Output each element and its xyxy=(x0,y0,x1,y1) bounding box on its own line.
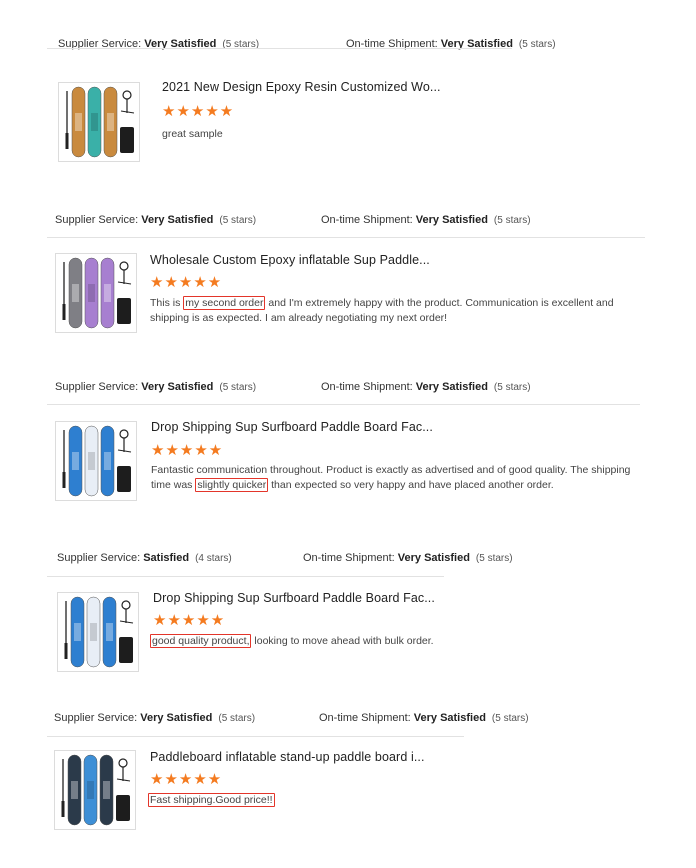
review-text: Fantastic communication throughout. Prod… xyxy=(151,463,639,493)
shipment-label: On-time Shipment: xyxy=(321,214,413,226)
product-thumbnail-image xyxy=(56,254,136,332)
star-rating: ★★★★★ xyxy=(153,612,226,629)
shipment-label: On-time Shipment: xyxy=(321,381,413,393)
review-text: This is my second order and I'm extremel… xyxy=(150,296,640,326)
star-rating: ★★★★★ xyxy=(150,274,223,291)
service-ratings: Supplier Service: Very Satisfied (5 stars… xyxy=(54,712,529,724)
supplier-service-value: Very Satisfied xyxy=(141,214,214,226)
shipment-stars: (5 stars) xyxy=(493,215,531,226)
review-text-part: This is xyxy=(150,297,184,309)
supplier-service-stars: (5 stars) xyxy=(219,382,257,393)
product-thumbnail[interactable] xyxy=(54,750,136,830)
service-ratings: Supplier Service: Very Satisfied (5 stars… xyxy=(55,381,531,393)
product-thumbnail[interactable] xyxy=(55,421,137,501)
divider xyxy=(47,404,640,405)
shipment-stars: (5 stars) xyxy=(491,713,529,724)
star-rating: ★★★★★ xyxy=(150,771,223,788)
review-text-part: great sample xyxy=(162,128,223,140)
shipment-stars: (5 stars) xyxy=(493,382,531,393)
divider xyxy=(47,576,444,577)
service-ratings: Supplier Service: Very Satisfied (5 stars… xyxy=(55,214,531,226)
shipment-label: On-time Shipment: xyxy=(319,712,411,724)
highlighted-phrase: slightly quicker xyxy=(195,478,269,492)
product-thumbnail[interactable] xyxy=(55,253,137,333)
star-rating: ★★★★★ xyxy=(162,103,235,120)
supplier-service-label: Supplier Service: xyxy=(54,712,138,724)
product-title-link[interactable]: 2021 New Design Epoxy Resin Customized W… xyxy=(162,80,441,94)
supplier-service-stars: (5 stars) xyxy=(218,713,256,724)
shipment-rating: On-time Shipment: Very Satisfied (5 stars… xyxy=(321,381,531,393)
divider xyxy=(47,237,645,238)
product-title-link[interactable]: Paddleboard inflatable stand-up paddle b… xyxy=(150,750,425,764)
review-text-part: looking to move ahead with bulk order. xyxy=(251,635,434,647)
supplier-service: Supplier Service: Very Satisfied (5 stars… xyxy=(55,214,321,226)
shipment-value: Very Satisfied xyxy=(397,552,470,564)
product-thumbnail-image xyxy=(56,422,136,500)
supplier-service: Supplier Service: Very Satisfied (5 stars… xyxy=(54,712,319,724)
shipment-label: On-time Shipment: xyxy=(303,552,395,564)
divider xyxy=(47,48,512,49)
shipment-value: Very Satisfied xyxy=(415,214,488,226)
product-title-link[interactable]: Wholesale Custom Epoxy inflatable Sup Pa… xyxy=(150,253,430,267)
star-rating: ★★★★★ xyxy=(151,442,224,459)
supplier-service-label: Supplier Service: xyxy=(55,214,139,226)
service-ratings: Supplier Service: Satisfied (4 stars) On-t… xyxy=(57,552,513,564)
product-thumbnail-image xyxy=(59,83,139,161)
shipment-value: Very Satisfied xyxy=(413,712,486,724)
review-text: good quality product, looking to move ah… xyxy=(150,634,550,649)
review-text-part: than expected so very happy and have pla… xyxy=(268,479,554,491)
product-title-link[interactable]: Drop Shipping Sup Surfboard Paddle Board… xyxy=(153,591,435,605)
supplier-service-value: Satisfied xyxy=(143,552,190,564)
product-title-link[interactable]: Drop Shipping Sup Surfboard Paddle Board… xyxy=(151,420,433,434)
review-text: Fast shipping.Good price!! xyxy=(148,793,548,808)
highlighted-phrase: good quality product, xyxy=(150,634,252,648)
supplier-service-value: Very Satisfied xyxy=(140,712,213,724)
supplier-service-label: Supplier Service: xyxy=(55,381,139,393)
shipment-stars: (5 stars) xyxy=(475,553,513,564)
review-text: great sample xyxy=(162,127,642,142)
shipment-rating: On-time Shipment: Very Satisfied (5 stars… xyxy=(303,552,513,564)
divider xyxy=(47,736,464,737)
shipment-rating: On-time Shipment: Very Satisfied (5 stars… xyxy=(319,712,529,724)
supplier-service-value: Very Satisfied xyxy=(141,381,214,393)
highlighted-phrase: Fast shipping.Good price!! xyxy=(148,793,275,807)
shipment-stars: (5 stars) xyxy=(518,39,556,50)
product-thumbnail[interactable] xyxy=(58,82,140,162)
shipment-value: Very Satisfied xyxy=(415,381,488,393)
highlighted-phrase: my second order xyxy=(183,296,266,310)
supplier-service-stars: (5 stars) xyxy=(219,215,257,226)
supplier-service-label: Supplier Service: xyxy=(57,552,141,564)
product-thumbnail-image xyxy=(55,751,135,829)
product-thumbnail-image xyxy=(58,593,138,671)
supplier-service: Supplier Service: Very Satisfied (5 stars… xyxy=(55,381,321,393)
supplier-service: Supplier Service: Satisfied (4 stars) xyxy=(57,552,303,564)
shipment-rating: On-time Shipment: Very Satisfied (5 stars… xyxy=(321,214,531,226)
product-thumbnail[interactable] xyxy=(57,592,139,672)
supplier-service-stars: (4 stars) xyxy=(195,553,232,564)
